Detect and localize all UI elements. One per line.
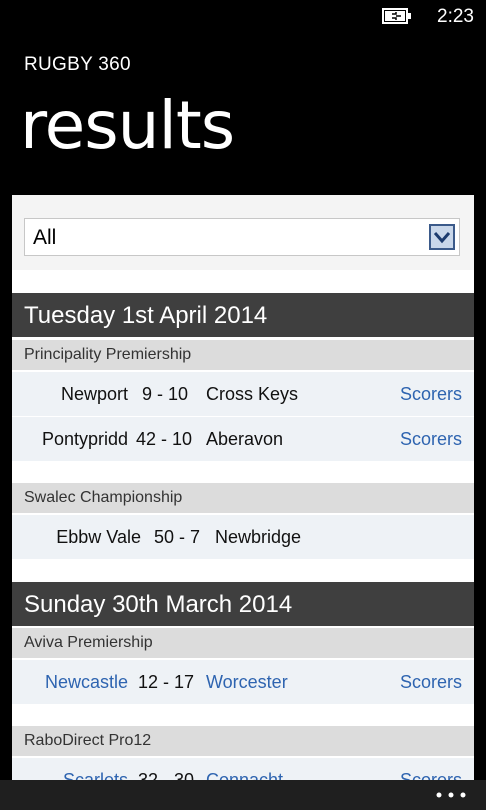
competition-header: Principality Premiership xyxy=(12,340,474,370)
away-team: Newbridge xyxy=(215,527,302,547)
app-name: RUGBY 360 xyxy=(24,54,131,75)
results-panel[interactable]: All Tuesday 1st April 2014 Principality … xyxy=(12,195,474,795)
match-score: 42 - 10 xyxy=(136,429,193,449)
home-team: Pontypridd xyxy=(41,429,128,449)
app-bar[interactable] xyxy=(0,780,486,810)
day-header: Sunday 30th March 2014 xyxy=(12,582,474,626)
scorers-link[interactable]: Scorers xyxy=(400,672,462,693)
match-score: 9 - 10 xyxy=(142,384,189,404)
filter-selected-value: All xyxy=(33,226,57,249)
more-icon[interactable] xyxy=(436,792,466,798)
match-row[interactable]: Newport 9 - 10 Cross Keys Scorers xyxy=(12,372,474,416)
home-team: Ebbw Vale xyxy=(56,527,141,547)
scorers-link[interactable]: Scorers xyxy=(400,429,462,450)
filter-area: All xyxy=(12,195,474,270)
competition-header: Swalec Championship xyxy=(12,483,474,513)
away-team: Aberavon xyxy=(206,429,284,449)
away-team: Cross Keys xyxy=(206,384,299,404)
competition-header: Aviva Premiership xyxy=(12,628,474,658)
match-row[interactable]: Ebbw Vale 50 - 7 Newbridge xyxy=(12,515,474,559)
away-team-link[interactable]: Worcester xyxy=(206,672,288,693)
match-score: 50 - 7 xyxy=(154,527,201,547)
chevron-down-icon[interactable] xyxy=(429,224,455,250)
competition-header: RaboDirect Pro12 xyxy=(12,726,474,756)
battery-charging-icon xyxy=(382,8,411,24)
clock: 2:23 xyxy=(437,6,474,27)
scorers-link[interactable]: Scorers xyxy=(400,384,462,405)
page-title: results xyxy=(20,87,235,164)
match-row[interactable]: Pontypridd 42 - 10 Aberavon Scorers xyxy=(12,417,474,461)
day-header: Tuesday 1st April 2014 xyxy=(12,293,474,337)
match-score: 12 - 17 xyxy=(138,672,195,692)
home-team-link[interactable]: Newcastle xyxy=(45,672,128,693)
home-team: Newport xyxy=(60,384,128,404)
status-bar: 2:23 xyxy=(0,0,486,34)
match-row[interactable]: Newcastle 12 - 17 Worcester Scorers xyxy=(12,660,474,704)
competition-filter-dropdown[interactable]: All xyxy=(24,218,460,256)
